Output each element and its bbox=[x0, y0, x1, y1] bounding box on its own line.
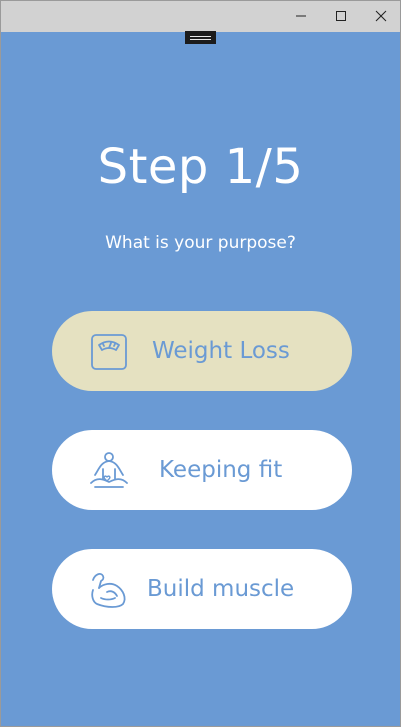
purpose-question: What is your purpose? bbox=[105, 233, 296, 253]
option-keeping-fit[interactable]: Keeping fit bbox=[52, 430, 352, 510]
muscle-icon bbox=[86, 567, 132, 613]
app-window: Step 1/5 What is your purpose? Weight Lo… bbox=[0, 0, 401, 727]
maximize-button[interactable] bbox=[321, 1, 361, 31]
option-label: Weight Loss bbox=[152, 338, 290, 364]
yoga-icon bbox=[86, 448, 132, 494]
title-bar[interactable] bbox=[1, 1, 400, 32]
option-label: Build muscle bbox=[147, 576, 295, 602]
close-icon bbox=[375, 10, 387, 22]
drag-handle-icon[interactable] bbox=[185, 31, 216, 44]
step-title: Step 1/5 bbox=[97, 139, 304, 195]
scale-icon bbox=[86, 329, 132, 375]
minimize-icon bbox=[296, 15, 306, 17]
minimize-button[interactable] bbox=[281, 1, 321, 31]
close-button[interactable] bbox=[361, 1, 400, 31]
option-build-muscle[interactable]: Build muscle bbox=[52, 549, 352, 629]
maximize-icon bbox=[336, 11, 346, 21]
option-weight-loss[interactable]: Weight Loss bbox=[52, 311, 352, 391]
option-label: Keeping fit bbox=[159, 457, 283, 483]
